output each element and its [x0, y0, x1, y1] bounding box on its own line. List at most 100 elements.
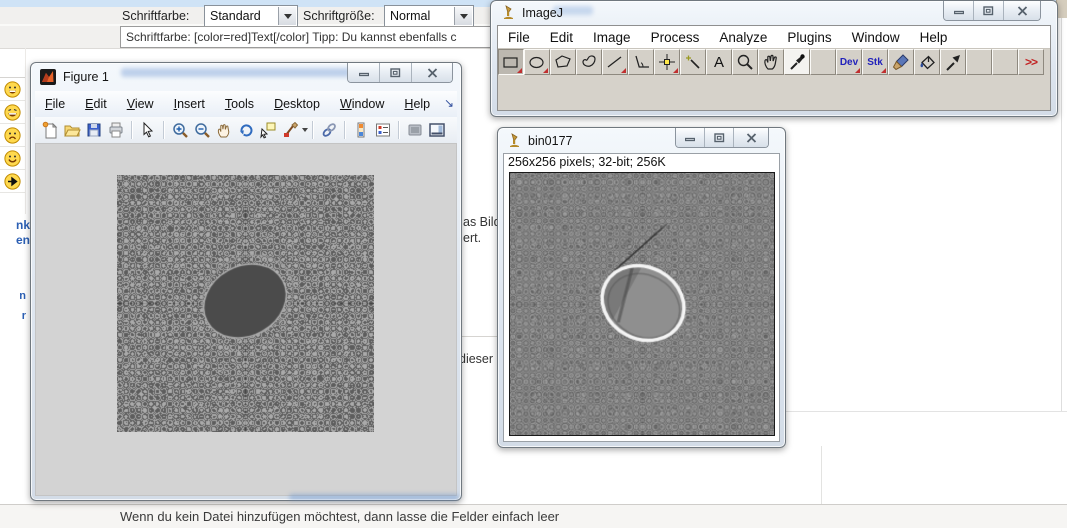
new-file-icon — [41, 121, 59, 139]
bin0177-titlebar[interactable]: bin0177 — [498, 128, 785, 153]
restore-button[interactable] — [379, 63, 411, 82]
minimize-icon — [954, 6, 964, 15]
toolbar-separator — [131, 121, 133, 139]
matlab-menu-view[interactable]: View — [117, 93, 164, 115]
emoticon-smile[interactable] — [0, 147, 25, 170]
matlab-hologram-image[interactable] — [117, 175, 374, 432]
minimize-button[interactable] — [348, 63, 379, 82]
paintbrush-tool[interactable] — [888, 49, 914, 75]
brush-data-icon — [281, 121, 299, 139]
dock-arrow-icon[interactable]: ↘ — [444, 96, 454, 110]
emoticon-laugh-icon — [4, 104, 21, 121]
imagej-menu-help[interactable]: Help — [910, 28, 958, 47]
imagej-menu-file[interactable]: File — [498, 28, 540, 47]
imagej-menubar: FileEditImageProcessAnalyzePluginsWindow… — [498, 26, 1050, 49]
close-button[interactable] — [411, 63, 452, 82]
data-cursor-icon — [259, 121, 277, 139]
sidebar-link-fragment[interactable]: en — [0, 233, 30, 247]
emoticon-smile-icon — [4, 150, 21, 167]
arrow-tool[interactable] — [940, 49, 966, 75]
chevron-down-icon — [284, 14, 292, 19]
insert-legend-button[interactable] — [372, 119, 394, 141]
dev-button[interactable]: Dev — [836, 49, 862, 75]
emoticon-arrow[interactable] — [0, 170, 25, 193]
matlab-menu-edit[interactable]: Edit — [75, 93, 117, 115]
oval-tool[interactable] — [524, 49, 550, 75]
emoticon-grin[interactable] — [0, 78, 25, 101]
restore-button[interactable] — [973, 1, 1003, 20]
hand-tool[interactable] — [758, 49, 784, 75]
imagej-menu-window[interactable]: Window — [842, 28, 910, 47]
close-button[interactable] — [733, 128, 768, 147]
freehand-tool[interactable] — [576, 49, 602, 75]
matlab-menu-desktop[interactable]: Desktop — [264, 93, 330, 115]
stk-button-label: Stk — [867, 57, 883, 68]
bin0177-image-frame — [509, 172, 775, 436]
show-plot-tools-button[interactable] — [426, 119, 448, 141]
link-plot-icon — [320, 121, 338, 139]
imagej-menu-process[interactable]: Process — [641, 28, 710, 47]
insert-colorbar-button[interactable] — [350, 119, 372, 141]
sidebar-link-fragment[interactable]: n — [0, 290, 26, 302]
bin0177-window: bin0177 256x256 pixels; 32-bit; 256K — [497, 127, 786, 448]
minimize-button[interactable] — [676, 128, 704, 147]
chevron-down-icon[interactable] — [302, 128, 308, 132]
arrow-tool-icon — [942, 51, 964, 73]
imagej-menu-image[interactable]: Image — [583, 28, 641, 47]
text-tool[interactable]: A — [706, 49, 732, 75]
matlab-titlebar[interactable]: Figure 1 — [31, 63, 461, 91]
imagej-menu-analyze[interactable]: Analyze — [709, 28, 777, 47]
flood-fill-tool[interactable] — [914, 49, 940, 75]
matlab-menu-tools[interactable]: Tools — [215, 93, 264, 115]
color-picker-tool[interactable] — [784, 49, 810, 75]
edit-arrow-button[interactable] — [137, 119, 159, 141]
wand-tool[interactable] — [680, 49, 706, 75]
matlab-menu-window[interactable]: Window — [330, 93, 394, 115]
font-color-select[interactable]: Standard — [204, 5, 298, 27]
point-tool[interactable] — [654, 49, 680, 75]
matlab-menu-insert[interactable]: Insert — [164, 93, 215, 115]
open-file-button[interactable] — [61, 119, 83, 141]
imagej-menu-edit[interactable]: Edit — [540, 28, 583, 47]
emoticon-arrow-icon — [4, 173, 21, 190]
imagej-menu-plugins[interactable]: Plugins — [777, 28, 841, 47]
bin0177-hologram-image[interactable] — [510, 173, 774, 435]
page-border-line — [1061, 18, 1062, 411]
font-size-select[interactable]: Normal — [384, 5, 474, 27]
close-button[interactable] — [1003, 1, 1040, 20]
toolbar-separator — [398, 121, 400, 139]
zoom-tool[interactable] — [732, 49, 758, 75]
matlab-menu-file[interactable]: File — [35, 93, 75, 115]
more-tools-button[interactable]: >> — [1018, 49, 1044, 75]
hide-plot-tools-button[interactable] — [404, 119, 426, 141]
rectangle-tool[interactable] — [498, 49, 524, 75]
stk-button[interactable]: Stk — [862, 49, 888, 75]
save-figure-button[interactable] — [83, 119, 105, 141]
pan-hand-button[interactable] — [213, 119, 235, 141]
emoticon-laugh[interactable] — [0, 101, 25, 124]
font-color-dropdown-button[interactable] — [278, 7, 296, 25]
show-plot-tools-icon — [428, 121, 446, 139]
rotate-3d-button[interactable] — [235, 119, 257, 141]
emoticon-sad-icon — [4, 127, 21, 144]
font-size-dropdown-button[interactable] — [454, 7, 472, 25]
matlab-logo-icon — [40, 69, 56, 90]
zoom-out-button[interactable] — [191, 119, 213, 141]
line-tool[interactable] — [602, 49, 628, 75]
emoticon-sad[interactable] — [0, 124, 25, 147]
imagej-titlebar[interactable]: ImageJ — [491, 1, 1057, 25]
sidebar-link-fragment[interactable]: nk — [0, 218, 30, 232]
zoom-in-button[interactable] — [169, 119, 191, 141]
brush-data-button[interactable] — [279, 119, 301, 141]
matlab-menubar: FileEditViewInsertToolsDesktopWindowHelp — [35, 91, 457, 118]
link-plot-button[interactable] — [318, 119, 340, 141]
new-file-button[interactable] — [39, 119, 61, 141]
angle-tool[interactable] — [628, 49, 654, 75]
polygon-tool[interactable] — [550, 49, 576, 75]
minimize-button[interactable] — [944, 1, 973, 20]
sidebar-link-fragment[interactable]: r — [0, 310, 26, 322]
restore-button[interactable] — [704, 128, 733, 147]
data-cursor-button[interactable] — [257, 119, 279, 141]
matlab-menu-help[interactable]: Help — [394, 93, 440, 115]
print-figure-button[interactable] — [105, 119, 127, 141]
